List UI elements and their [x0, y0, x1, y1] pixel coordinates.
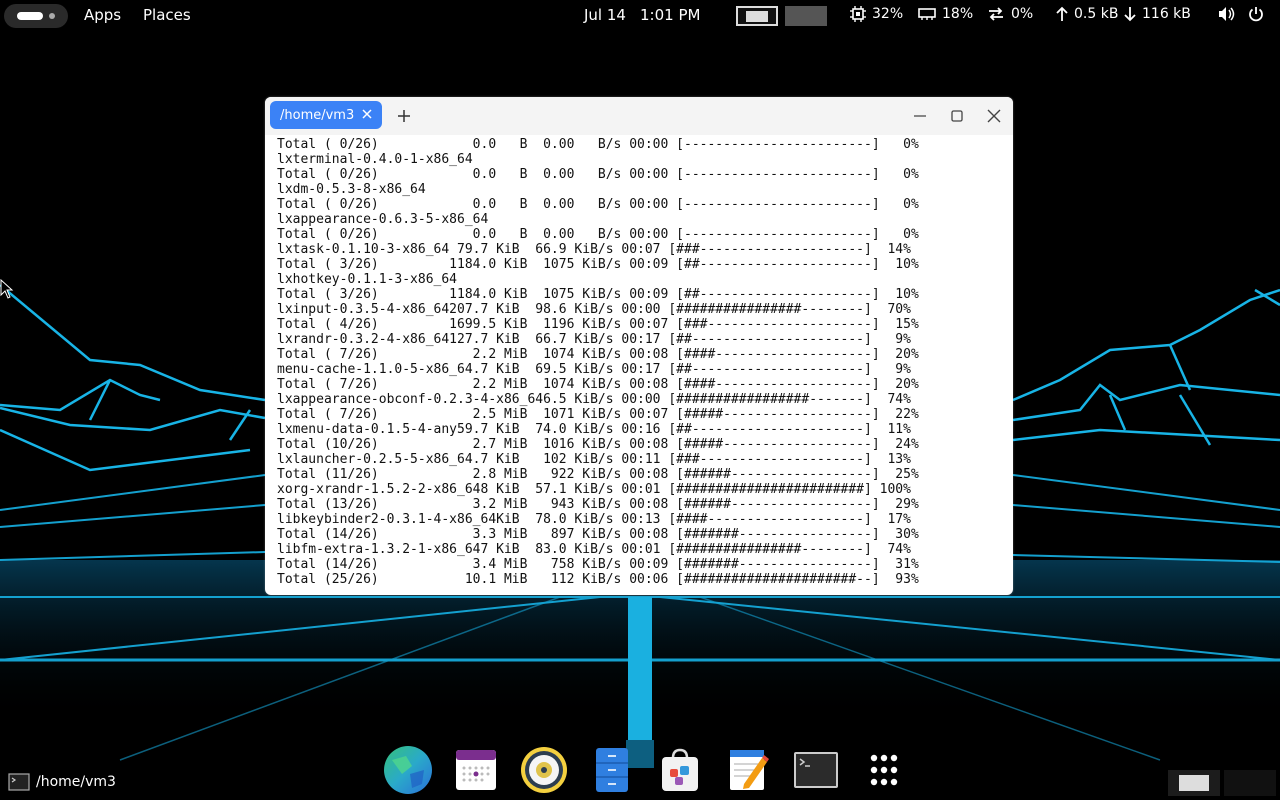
power-menu[interactable] — [1248, 6, 1264, 22]
clock-date[interactable]: Jul 14 — [584, 6, 626, 24]
swap-indicator[interactable]: 0% — [987, 6, 1033, 22]
terminal-line: Total (14/26) 3.3 MiB 897 KiB/s 00:08 [#… — [277, 527, 919, 542]
download-value: 116 kB — [1142, 6, 1191, 22]
terminal-line: lxinput-0.3.5-4-x86_64207.7 KiB 98.6 KiB… — [277, 302, 911, 317]
upload-value: 0.5 kB — [1074, 6, 1119, 22]
terminal-line: lxrandr-0.3.2-4-x86_64127.7 KiB 66.7 KiB… — [277, 332, 911, 347]
close-window-icon[interactable] — [985, 107, 1003, 125]
arrow-up-icon — [1056, 6, 1068, 21]
terminal-line: Total ( 7/26) 2.2 MiB 1074 KiB/s 00:08 [… — [277, 347, 919, 362]
terminal-window[interactable]: /home/vm3 Total ( 0/26) 0.0 B 0.00 B/s 0… — [265, 97, 1013, 595]
terminal-line: Total ( 0/26) 0.0 B 0.00 B/s 00:00 [----… — [277, 197, 919, 212]
clock-time[interactable]: 1:01 PM — [640, 6, 700, 24]
terminal-tab[interactable]: /home/vm3 — [270, 101, 382, 129]
terminal-line: Total ( 7/26) 2.5 MiB 1071 KiB/s 00:07 [… — [277, 407, 919, 422]
swap-icon — [989, 7, 1003, 21]
cpu-value: 32% — [872, 6, 904, 22]
mouse-pointer-icon — [0, 279, 14, 299]
memory-value: 18% — [942, 6, 974, 22]
power-icon — [1249, 7, 1263, 22]
maximize-icon[interactable] — [948, 107, 966, 125]
terminal-line: Total ( 0/26) 0.0 B 0.00 B/s 00:00 [----… — [277, 227, 919, 242]
terminal-line: Total (14/26) 3.4 MiB 758 KiB/s 00:09 [#… — [277, 557, 919, 572]
close-tab-icon[interactable] — [360, 107, 374, 121]
terminal-line: Total ( 3/26) 1184.0 KiB 1075 KiB/s 00:0… — [277, 257, 919, 272]
arrow-down-icon — [1124, 7, 1136, 22]
volume-indicator[interactable] — [1218, 6, 1236, 22]
terminal-line: lxappearance-0.6.3-5-x86_64 — [277, 212, 489, 227]
taskbar-window-title[interactable]: /home/vm3 — [36, 774, 116, 790]
workspace-2-indicator[interactable] — [785, 6, 827, 26]
terminal-line: libfm-extra-1.3.2-1-x86_647 KiB 83.0 KiB… — [277, 542, 911, 557]
cpu-indicator[interactable]: 32% — [850, 6, 903, 22]
terminal-line: Total ( 4/26) 1699.5 KiB 1196 KiB/s 00:0… — [277, 317, 919, 332]
terminal-icon — [8, 773, 30, 791]
apps-menu[interactable]: Apps — [84, 6, 121, 24]
terminal-line: Total (13/26) 3.2 MiB 943 KiB/s 00:08 [#… — [277, 497, 919, 512]
terminal-line: Total (25/26) 10.1 MiB 112 KiB/s 00:06 [… — [277, 572, 919, 587]
terminal-line: Total (10/26) 2.7 MiB 1016 KiB/s 00:08 [… — [277, 437, 919, 452]
terminal-line: lxhotkey-0.1.1-3-x86_64 — [277, 272, 458, 287]
terminal-line: lxterminal-0.4.0-1-x86_64 — [277, 152, 473, 167]
terminal-line: lxdm-0.5.3-8-x86_64 — [277, 182, 426, 197]
terminal-line: menu-cache-1.1.0-5-x86_64.7 KiB 69.5 KiB… — [277, 362, 911, 377]
tab-title: /home/vm3 — [280, 107, 355, 123]
workspace-1-switcher[interactable] — [1168, 770, 1220, 796]
swap-value: 0% — [1011, 6, 1034, 22]
download-indicator[interactable]: 116 kB — [1124, 6, 1191, 22]
cpu-icon — [850, 6, 866, 22]
terminal-line: Total ( 0/26) 0.0 B 0.00 B/s 00:00 [----… — [277, 137, 919, 152]
memory-indicator[interactable]: 18% — [918, 6, 973, 22]
terminal-line: libkeybinder2-0.3.1-4-x86_64KiB 78.0 KiB… — [277, 512, 911, 527]
workspace-2-switcher[interactable] — [1224, 770, 1276, 796]
memory-icon — [918, 8, 936, 20]
terminal-line: lxtask-0.1.10-3-x86_64 79.7 KiB 66.9 KiB… — [277, 242, 911, 257]
terminal-line: Total ( 7/26) 2.2 MiB 1074 KiB/s 00:08 [… — [277, 377, 919, 392]
upload-indicator[interactable]: 0.5 kB — [1056, 6, 1118, 22]
terminal-line: Total ( 0/26) 0.0 B 0.00 B/s 00:00 [----… — [277, 167, 919, 182]
terminal-line: xorg-xrandr-1.5.2-2-x86_648 KiB 57.1 KiB… — [277, 482, 911, 497]
tab-bar: /home/vm3 — [265, 97, 1013, 135]
terminal-line: Total ( 3/26) 1184.0 KiB 1075 KiB/s 00:0… — [277, 287, 919, 302]
terminal-line: lxmenu-data-0.1.5-4-any59.7 KiB 74.0 KiB… — [277, 422, 911, 437]
terminal-line: Total (11/26) 2.8 MiB 922 KiB/s 00:08 [#… — [277, 467, 919, 482]
activities-button[interactable] — [4, 4, 68, 28]
terminal-line: lxappearance-obconf-0.2.3-4-x86_646.5 Ki… — [277, 392, 911, 407]
top-panel: Apps Places Jul 14 1:01 PM 32% 18% 0% 0.… — [0, 0, 1280, 32]
new-tab-icon[interactable] — [395, 107, 413, 125]
speaker-icon — [1219, 7, 1235, 21]
workspace-1-indicator[interactable] — [736, 6, 778, 26]
terminal-output[interactable]: Total ( 0/26) 0.0 B 0.00 B/s 00:00 [----… — [277, 137, 1007, 593]
places-menu[interactable]: Places — [143, 6, 191, 24]
terminal-line: lxlauncher-0.2.5-5-x86_64.7 KiB 102 KiB/… — [277, 452, 911, 467]
minimize-icon[interactable] — [911, 107, 929, 125]
bottom-panel: /home/vm3 — [0, 764, 1280, 800]
